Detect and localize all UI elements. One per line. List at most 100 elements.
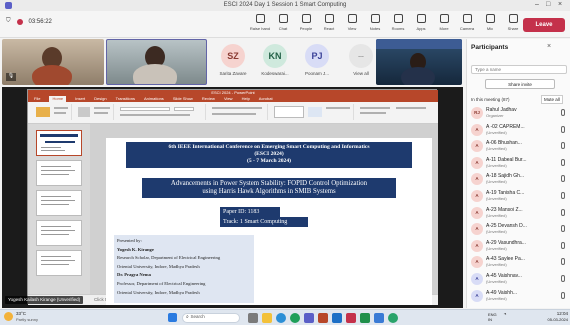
mute-all-button[interactable]: Mute all <box>541 95 563 104</box>
toolbar-raise-hand-button[interactable]: Raise hand <box>248 14 272 36</box>
toolbar-button-label: React <box>323 26 335 31</box>
taskview-icon[interactable] <box>248 313 258 323</box>
conference-short: (ESCI 2024) <box>254 151 284 157</box>
ribbon-paragraph-group[interactable] <box>208 104 268 120</box>
avatar: SZ <box>221 44 245 68</box>
edge-icon[interactable] <box>276 313 286 323</box>
paper-title-line2: using Harris Hawk Algorithms in SMIB Sys… <box>202 188 336 195</box>
outlook-icon[interactable] <box>374 313 384 323</box>
chrome-icon[interactable] <box>290 313 300 323</box>
toolbar-share-button[interactable]: Share <box>501 14 525 36</box>
toolbar-button-label: Raise hand <box>249 26 271 31</box>
participants-section-header[interactable]: In this meeting (87) <box>471 97 510 102</box>
teams-icon[interactable] <box>304 313 314 323</box>
shield-icon: ⛉ <box>6 18 11 24</box>
ribbon-slides-group[interactable] <box>74 104 114 120</box>
toolbar-button-label: Chat <box>278 26 288 31</box>
conference-title: 6th IEEE International Conference on Eme… <box>168 144 370 150</box>
person-body <box>401 67 435 85</box>
participant-video-tile-active[interactable] <box>106 39 207 85</box>
participant-search-input[interactable] <box>471 65 567 74</box>
leave-button[interactable]: Leave <box>523 18 565 32</box>
close-icon[interactable]: × <box>558 1 562 8</box>
close-panel-icon[interactable]: × <box>547 43 551 50</box>
view-icon <box>347 14 357 23</box>
weather-icon <box>4 312 13 321</box>
speaker-backdrop-banner <box>376 39 462 49</box>
ribbon-font-group[interactable] <box>116 104 206 120</box>
rooms-icon <box>393 14 403 23</box>
toolbar-camera-button[interactable]: Camera <box>455 14 479 36</box>
file-explorer-icon[interactable] <box>262 313 272 323</box>
participant-list-item[interactable]: A A-45 Vaishnav... (Unverified) <box>471 271 567 287</box>
toolbar-mic-button[interactable]: Mic <box>478 14 502 36</box>
app-icon[interactable] <box>388 313 398 323</box>
word-icon[interactable] <box>332 313 342 323</box>
slide-thumbnail[interactable] <box>36 220 82 246</box>
participant-avatar-tile[interactable]: KN Kodeswarai... <box>254 39 296 85</box>
participant-list-item[interactable]: A A-06 Bhushan... (Unverified) <box>471 138 567 154</box>
participant-list-item[interactable]: A A-19 Tanisha C... (Unverified) <box>471 188 567 204</box>
presenter-info-line: Dr. Pragya Nema <box>117 272 151 278</box>
participant-status: (Unverified) <box>486 295 507 301</box>
excel-icon[interactable] <box>360 313 370 323</box>
speaker-video-tile[interactable] <box>376 39 462 85</box>
weather-temp[interactable]: 33°C <box>16 311 26 316</box>
participant-list-item[interactable]: AA -02 CAPREM... (Unverified) <box>471 122 567 138</box>
participant-list-item[interactable]: A A-49 Vaishh... (Unverified) <box>471 288 567 304</box>
participant-list-item[interactable]: A A-23 Mansoi Z... (Unverified) <box>471 205 567 221</box>
participant-name: Sarita Zavare <box>219 71 247 76</box>
minimize-icon[interactable]: – <box>535 1 539 8</box>
slide-thumbnail[interactable] <box>36 250 82 276</box>
participant-video-tile[interactable]: 🎙 <box>2 39 104 85</box>
mic-muted-icon <box>561 158 565 166</box>
presenter-info-line: Research Scholar, Department of Electric… <box>117 255 221 261</box>
toolbar-apps-button[interactable]: Apps <box>409 14 433 36</box>
participant-list-item[interactable]: A A-18 Sajidh Gh... (Unverified) <box>471 171 567 187</box>
conference-dates: (5 - 7 March 2024) <box>246 158 291 164</box>
mic-muted-icon <box>561 291 565 299</box>
taskbar-search[interactable]: ⌕ Search <box>182 313 240 323</box>
mic-muted-icon <box>561 125 565 133</box>
clock-time[interactable]: 12:04 <box>546 311 568 316</box>
participant-list-item[interactable]: A A-25 Devansh D... (Unverified) <box>471 221 567 237</box>
avatar: A <box>471 123 483 136</box>
acrobat-icon[interactable] <box>346 313 356 323</box>
participant-list-item[interactable]: A A-43 Saylee Pa... (Unverified) <box>471 254 567 270</box>
participant-avatar-tile[interactable]: SZ Sarita Zavare <box>212 39 254 85</box>
participant-status: (Unverified) <box>486 146 507 152</box>
ribbon-clipboard-group[interactable] <box>32 104 72 120</box>
toolbar-notes-button[interactable]: Notes <box>363 14 387 36</box>
presenter-info-line: Oriental University, Indore, Madhya Prad… <box>117 263 200 269</box>
weather-desc: Partly sunny <box>16 317 39 322</box>
more-icon <box>439 14 449 23</box>
participant-status: (Unverified) <box>486 212 507 218</box>
participant-list-item[interactable]: RJ Rahul Jadhav Organizer <box>471 105 567 121</box>
language-indicator[interactable]: ENG IN <box>488 312 497 322</box>
avatar: PJ <box>305 44 329 68</box>
toolbar-rooms-button[interactable]: Rooms <box>386 14 410 36</box>
slide-thumbnail[interactable] <box>36 130 82 156</box>
ribbon-drawing-group[interactable] <box>270 104 354 120</box>
participant-avatar-tile[interactable]: PJ Poonam J... <box>296 39 338 85</box>
participant-list-item[interactable]: A A-29 Vasundhra... (Unverified) <box>471 238 567 254</box>
avatar: A <box>471 223 483 236</box>
participant-list-item[interactable]: A A-11 Dabeal Bur... (Unverified) <box>471 155 567 171</box>
powerpoint-icon[interactable] <box>318 313 328 323</box>
toolbar-button-label: View <box>347 26 357 31</box>
avatar: A <box>471 140 483 153</box>
toolbar-view-button[interactable]: View <box>340 14 364 36</box>
toolbar-people-button[interactable]: People <box>294 14 318 36</box>
start-icon[interactable] <box>168 313 177 322</box>
toolbar-react-button[interactable]: React <box>317 14 341 36</box>
slide-thumbnail[interactable] <box>36 190 82 216</box>
toolbar-more-button[interactable]: More <box>432 14 456 36</box>
avatar: A <box>471 273 483 285</box>
wifi-icon[interactable]: ◔ <box>503 312 507 318</box>
slide-thumbnail[interactable] <box>36 160 82 186</box>
apps-icon <box>416 14 426 23</box>
toolbar-chat-button[interactable]: Chat <box>271 14 295 36</box>
share-invite-button[interactable]: Share invite <box>485 79 555 89</box>
ribbon-editing-group[interactable] <box>356 104 434 120</box>
maximize-icon[interactable]: □ <box>546 1 550 8</box>
